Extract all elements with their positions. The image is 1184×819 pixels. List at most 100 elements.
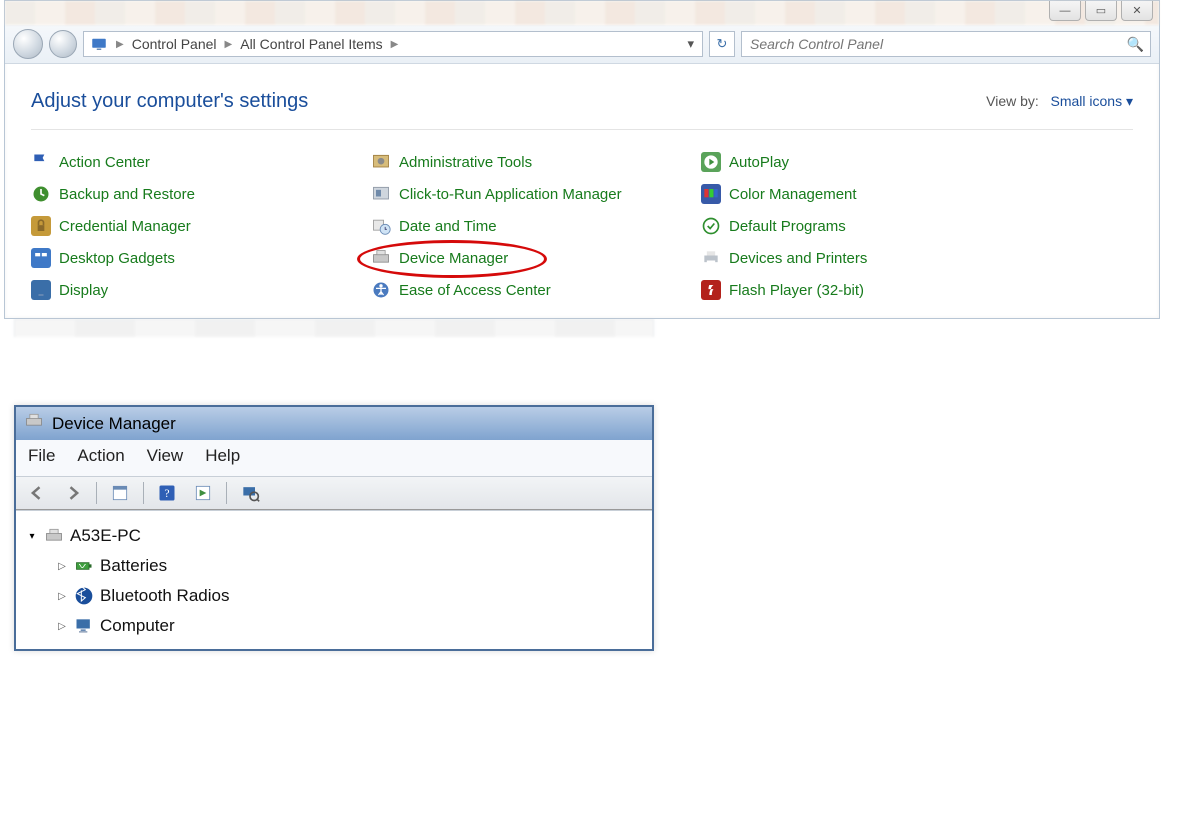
- menu-help[interactable]: Help: [205, 446, 240, 466]
- toolbar-separator: [143, 482, 144, 504]
- device-manager-window: Device Manager File Action View Help ?: [14, 405, 654, 651]
- breadcrumb-icon: [88, 35, 110, 53]
- tree-node-label: Computer: [100, 616, 175, 636]
- autoplay-icon: [701, 152, 721, 172]
- nav-back-button[interactable]: [13, 29, 43, 59]
- click-to-run-icon: [371, 184, 391, 204]
- item-credential-manager[interactable]: Credential Manager: [31, 216, 371, 236]
- item-label: Backup and Restore: [59, 186, 195, 203]
- item-action-center[interactable]: Action Center: [31, 152, 371, 172]
- view-by-label: View by:: [986, 93, 1039, 109]
- item-backup-and-restore[interactable]: Backup and Restore: [31, 184, 371, 204]
- toolbar-properties-button[interactable]: [107, 481, 133, 505]
- toolbar-back-button[interactable]: [24, 481, 50, 505]
- dm-menubar: File Action View Help: [16, 440, 652, 476]
- refresh-button[interactable]: ↻: [709, 31, 735, 57]
- item-click-to-run[interactable]: Click-to-Run Application Manager: [371, 184, 701, 204]
- item-color-management[interactable]: Color Management: [701, 184, 1021, 204]
- close-button[interactable]: ✕: [1121, 1, 1153, 21]
- breadcrumb-root[interactable]: Control Panel: [130, 36, 219, 52]
- item-label: Click-to-Run Application Manager: [399, 186, 622, 203]
- expand-icon[interactable]: ▷: [56, 561, 68, 572]
- nav-forward-button[interactable]: [49, 30, 77, 58]
- backup-icon: [31, 184, 51, 204]
- date-time-icon: [371, 216, 391, 236]
- color-mgmt-icon: [701, 184, 721, 204]
- item-label: Ease of Access Center: [399, 282, 551, 299]
- tree-node-bluetooth[interactable]: ▷ Bluetooth Radios: [26, 581, 642, 611]
- view-by-dropdown[interactable]: Small icons ▾: [1050, 93, 1133, 109]
- breadcrumb-level2[interactable]: All Control Panel Items: [238, 36, 384, 52]
- tree-node-batteries[interactable]: ▷ Batteries: [26, 551, 642, 581]
- dm-titlebar: Device Manager: [16, 407, 652, 440]
- item-display[interactable]: Display: [31, 280, 371, 300]
- collapse-icon[interactable]: ▾: [26, 531, 38, 542]
- breadcrumb-separator: ▶: [389, 39, 401, 50]
- expand-icon[interactable]: ▷: [56, 621, 68, 632]
- flag-icon: [31, 152, 51, 172]
- toolbar-forward-button[interactable]: [60, 481, 86, 505]
- item-label: AutoPlay: [729, 154, 789, 171]
- page-title: Adjust your computer's settings: [31, 90, 308, 113]
- item-label: Display: [59, 282, 108, 299]
- item-default-programs[interactable]: Default Programs: [701, 216, 1021, 236]
- item-administrative-tools[interactable]: Administrative Tools: [371, 152, 701, 172]
- dm-toolbar: ?: [16, 476, 652, 510]
- breadcrumb-dropdown[interactable]: ▾: [683, 36, 698, 52]
- admin-tools-icon: [371, 152, 391, 172]
- menu-view[interactable]: View: [147, 446, 184, 466]
- item-label: Flash Player (32-bit): [729, 282, 864, 299]
- devices-printers-icon: [701, 248, 721, 268]
- item-label: Administrative Tools: [399, 154, 532, 171]
- toolbar-show-hidden-button[interactable]: [190, 481, 216, 505]
- obscured-background-tabs: [14, 319, 654, 337]
- default-programs-icon: [701, 216, 721, 236]
- device-manager-titlebar-icon: [24, 411, 44, 436]
- dm-title-text: Device Manager: [52, 414, 176, 434]
- view-by: View by: Small icons ▾: [986, 93, 1133, 110]
- battery-icon: [74, 556, 94, 576]
- toolbar-help-button[interactable]: ?: [154, 481, 180, 505]
- computer-icon: [74, 616, 94, 636]
- control-panel-grid: Action Center Administrative Tools AutoP…: [31, 152, 1133, 300]
- item-desktop-gadgets[interactable]: Desktop Gadgets: [31, 248, 371, 268]
- toolbar-separator: [226, 482, 227, 504]
- search-box[interactable]: 🔍: [741, 31, 1151, 57]
- gadgets-icon: [31, 248, 51, 268]
- breadcrumb-separator: ▶: [114, 39, 126, 50]
- search-icon: 🔍: [1127, 36, 1144, 53]
- item-label: Device Manager: [399, 250, 508, 267]
- toolbar-scan-button[interactable]: [237, 481, 263, 505]
- item-autoplay[interactable]: AutoPlay: [701, 152, 1021, 172]
- item-flash-player[interactable]: Flash Player (32-bit): [701, 280, 1021, 300]
- item-label: Devices and Printers: [729, 250, 867, 267]
- item-label: Desktop Gadgets: [59, 250, 175, 267]
- toolbar-separator: [96, 482, 97, 504]
- expand-icon[interactable]: ▷: [56, 591, 68, 602]
- obscured-menubar: [5, 1, 1159, 25]
- item-label: Action Center: [59, 154, 150, 171]
- tree-root-label: A53E-PC: [70, 526, 141, 546]
- item-date-and-time[interactable]: Date and Time: [371, 216, 701, 236]
- breadcrumb[interactable]: ▶ Control Panel ▶ All Control Panel Item…: [83, 31, 703, 57]
- menu-action[interactable]: Action: [77, 446, 124, 466]
- item-ease-of-access[interactable]: Ease of Access Center: [371, 280, 701, 300]
- tree-node-label: Batteries: [100, 556, 167, 576]
- item-label: Default Programs: [729, 218, 846, 235]
- ease-of-access-icon: [371, 280, 391, 300]
- maximize-button[interactable]: ▭: [1085, 1, 1117, 21]
- device-tree: ▾ A53E-PC ▷ Batteries ▷ Bluetooth Radios…: [16, 510, 652, 649]
- search-input[interactable]: [748, 35, 1127, 53]
- item-devices-and-printers[interactable]: Devices and Printers: [701, 248, 1021, 268]
- cp-header: Adjust your computer's settings View by:…: [31, 90, 1133, 130]
- minimize-button[interactable]: —: [1049, 1, 1081, 21]
- tree-node-computer[interactable]: ▷ Computer: [26, 611, 642, 641]
- tree-root[interactable]: ▾ A53E-PC: [26, 521, 642, 551]
- nav-bar: ▶ Control Panel ▶ All Control Panel Item…: [5, 25, 1159, 64]
- item-label: Credential Manager: [59, 218, 191, 235]
- control-panel-body: Adjust your computer's settings View by:…: [5, 64, 1159, 318]
- tree-node-label: Bluetooth Radios: [100, 586, 229, 606]
- menu-file[interactable]: File: [28, 446, 55, 466]
- item-device-manager[interactable]: Device Manager: [371, 248, 701, 268]
- item-label: Date and Time: [399, 218, 497, 235]
